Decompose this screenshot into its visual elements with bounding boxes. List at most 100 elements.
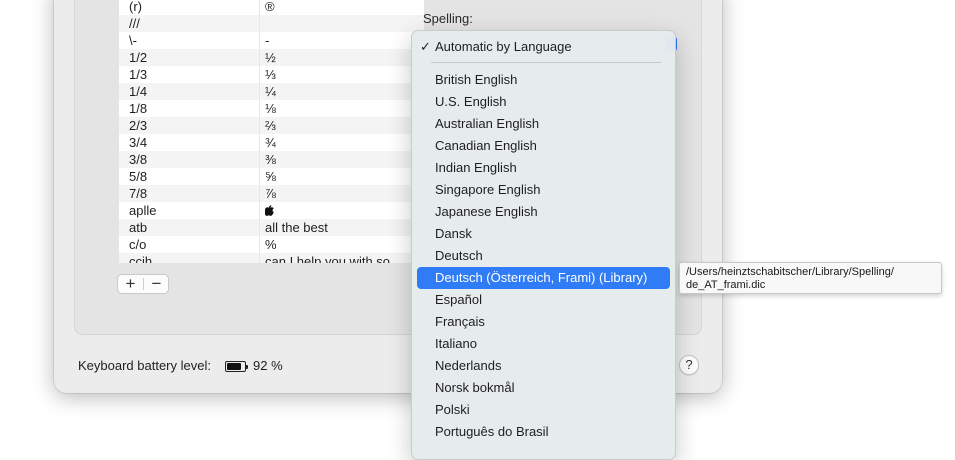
table-row[interactable]: 1/4 ¼ bbox=[119, 83, 424, 100]
table-row[interactable]: 1/8 ⅛ bbox=[119, 100, 424, 117]
column-divider bbox=[259, 15, 260, 32]
replace-cell: c/o bbox=[129, 237, 147, 252]
text-replacements-table[interactable]: (p)®(r)®///\--1/2½1/3⅓1/4¼1/8⅛2/3⅔3/4¾3/… bbox=[119, 0, 424, 263]
replace-cell: 5/8 bbox=[129, 169, 148, 184]
spelling-language-menu[interactable]: ✓ Automatic by Language British English U… bbox=[411, 30, 676, 460]
replace-cell: atb bbox=[129, 220, 148, 235]
menu-item-language[interactable]: Japanese English bbox=[417, 201, 670, 223]
menu-item-label: Deutsch bbox=[435, 248, 483, 263]
dictionary-path-tooltip: /Users/heinztschabitscher/Library/Spelli… bbox=[679, 262, 942, 294]
table-row[interactable]: atb all the best bbox=[119, 219, 424, 236]
column-divider bbox=[259, 117, 260, 134]
menu-item-label: Deutsch (Österreich, Frami) (Library) bbox=[435, 270, 648, 285]
menu-item-language[interactable]: British English bbox=[417, 69, 670, 91]
menu-item-language[interactable]: Australian English bbox=[417, 113, 670, 135]
replace-cell: 1/4 bbox=[129, 84, 148, 99]
menu-item-language[interactable]: Deutsch bbox=[417, 245, 670, 267]
replace-cell: 1/2 bbox=[129, 50, 148, 65]
with-cell: - bbox=[265, 33, 270, 48]
menu-item-language[interactable]: Português do Brasil bbox=[417, 421, 670, 443]
column-divider bbox=[259, 0, 260, 15]
table-row[interactable]: \- - bbox=[119, 32, 424, 49]
column-divider bbox=[259, 219, 260, 236]
table-row[interactable]: /// bbox=[119, 15, 424, 32]
with-cell: ⅝ bbox=[265, 169, 276, 184]
table-row[interactable]: 1/3 ⅓ bbox=[119, 66, 424, 83]
column-divider bbox=[259, 100, 260, 117]
table-row[interactable]: 1/2 ½ bbox=[119, 49, 424, 66]
column-divider bbox=[259, 202, 260, 219]
replace-cell: aplle bbox=[129, 203, 157, 218]
menu-separator bbox=[431, 62, 661, 63]
menu-item-label: Australian English bbox=[435, 116, 540, 131]
with-cell: can I help you with so bbox=[265, 254, 391, 263]
table-row[interactable]: 5/8 ⅝ bbox=[119, 168, 424, 185]
column-divider bbox=[259, 32, 260, 49]
with-cell: ⅞ bbox=[265, 186, 276, 201]
table-row[interactable]: 3/4 ¾ bbox=[119, 134, 424, 151]
tooltip-line-2: de_AT_frami.dic bbox=[686, 279, 766, 291]
menu-item-label: Singapore English bbox=[435, 182, 541, 197]
column-divider bbox=[259, 151, 260, 168]
menu-item-label: Automatic by Language bbox=[435, 39, 572, 54]
table-row[interactable]: 7/8 ⅞ bbox=[119, 185, 424, 202]
menu-item-language[interactable]: Norsk bokmål bbox=[417, 377, 670, 399]
menu-item-language[interactable]: Singapore English bbox=[417, 179, 670, 201]
table-row[interactable]: 3/8 ⅜ bbox=[119, 151, 424, 168]
menu-item-label: Canadian English bbox=[435, 138, 537, 153]
table-row[interactable]: c/o% bbox=[119, 236, 424, 253]
remove-replacement-button[interactable]: − bbox=[144, 275, 169, 293]
help-button[interactable]: ? bbox=[679, 355, 699, 375]
with-cell: ⅜ bbox=[265, 152, 276, 167]
column-divider bbox=[259, 49, 260, 66]
replace-cell: 7/8 bbox=[129, 186, 148, 201]
menu-item-language[interactable]: Indian English bbox=[417, 157, 670, 179]
menu-item-label: Español bbox=[435, 292, 482, 307]
menu-item-label: Polski bbox=[435, 402, 470, 417]
with-cell: ⅛ bbox=[265, 101, 276, 116]
menu-item-automatic-by-language[interactable]: ✓ Automatic by Language bbox=[417, 36, 670, 58]
with-cell: ® bbox=[265, 0, 275, 14]
replace-cell: 3/8 bbox=[129, 152, 148, 167]
menu-item-label: Italiano bbox=[435, 336, 477, 351]
menu-item-language[interactable]: Deutsch (Österreich, Frami) (Library) bbox=[417, 267, 670, 289]
replace-cell: ccih bbox=[129, 254, 153, 263]
menu-item-language[interactable]: Español bbox=[417, 289, 670, 311]
menu-item-label: Norsk bokmål bbox=[435, 380, 515, 395]
menu-item-language[interactable]: Dansk bbox=[417, 223, 670, 245]
menu-item-language[interactable]: Italiano bbox=[417, 333, 670, 355]
checkmark-icon: ✓ bbox=[420, 39, 431, 54]
menu-item-language[interactable]: Polski bbox=[417, 399, 670, 421]
replace-cell: /// bbox=[129, 16, 140, 31]
column-divider bbox=[259, 168, 260, 185]
menu-item-label: Dansk bbox=[435, 226, 472, 241]
menu-item-language[interactable]: Nederlands bbox=[417, 355, 670, 377]
table-row[interactable]: (r) ® bbox=[119, 0, 424, 15]
replace-cell: \- bbox=[129, 33, 137, 48]
menu-item-language[interactable]: U.S. English bbox=[417, 91, 670, 113]
menu-item-language[interactable]: Français bbox=[417, 311, 670, 333]
menu-item-label: Japanese English bbox=[435, 204, 538, 219]
column-divider bbox=[259, 83, 260, 100]
add-remove-control: + − bbox=[117, 274, 169, 294]
table-row[interactable]: ccih can I help you with so bbox=[119, 253, 424, 263]
battery-label: Keyboard battery level: bbox=[78, 358, 211, 373]
apple-logo-icon bbox=[264, 202, 275, 220]
table-row[interactable]: 2/3 ⅔ bbox=[119, 117, 424, 134]
column-divider bbox=[259, 253, 260, 263]
menu-item-language[interactable]: Canadian English bbox=[417, 135, 670, 157]
tooltip-line-1: /Users/heinztschabitscher/Library/Spelli… bbox=[686, 266, 894, 278]
menu-item-label: Português do Brasil bbox=[435, 424, 549, 439]
battery-nub bbox=[246, 365, 248, 369]
table-row[interactable]: aplle bbox=[119, 202, 424, 219]
with-cell: ¾ bbox=[265, 135, 276, 150]
replace-cell: 2/3 bbox=[129, 118, 148, 133]
battery-level-value: 92 % bbox=[253, 358, 283, 373]
menu-item-label: Indian English bbox=[435, 160, 517, 175]
replace-cell: (r) bbox=[129, 0, 142, 14]
battery-icon bbox=[225, 361, 248, 372]
add-replacement-button[interactable]: + bbox=[118, 275, 143, 293]
battery-fill bbox=[227, 363, 241, 370]
replace-cell: 1/8 bbox=[129, 101, 148, 116]
with-cell: all the best bbox=[265, 220, 328, 235]
